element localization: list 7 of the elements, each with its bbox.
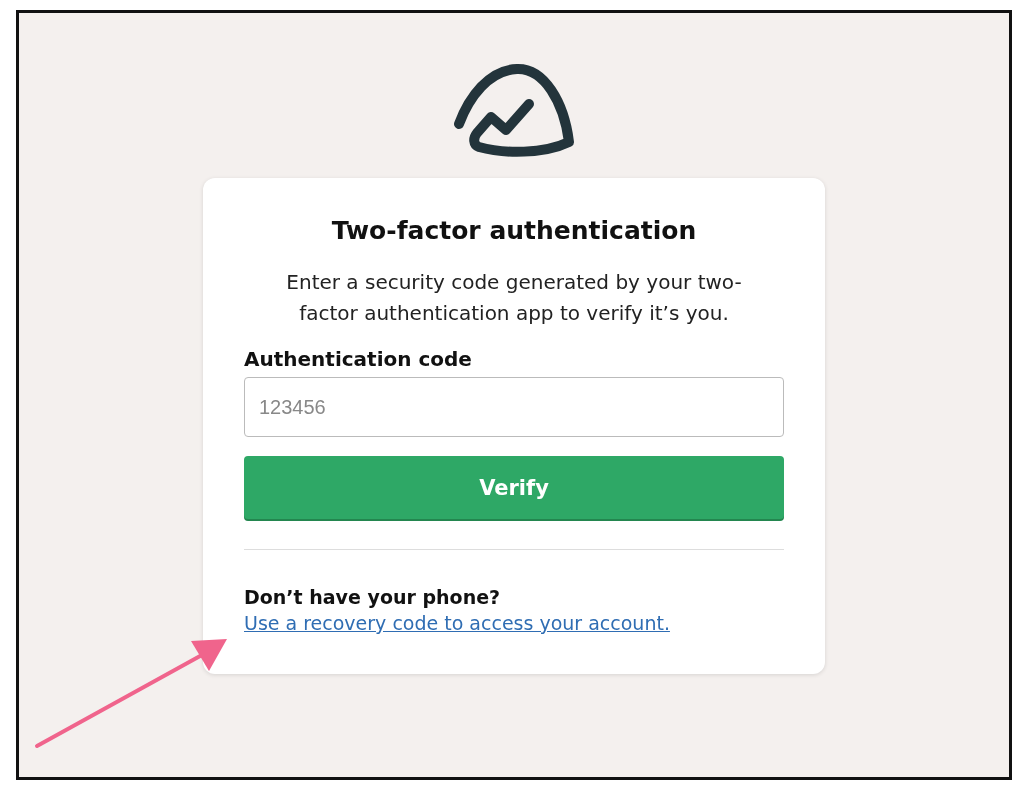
input-field[interactable]: 123456 <box>244 377 784 437</box>
description-text: Enter a security code generated by your two-factor authentication app to verify it’s you. <box>285 269 743 327</box>
verify-button[interactable]: Verify <box>244 456 784 519</box>
card-title: Two-factor authentication <box>331 216 697 245</box>
recovery-link[interactable]: Use a recovery code to access your account. <box>244 612 784 634</box>
help-heading: Don’t have your phone? <box>244 586 502 608</box>
field-label: Authentication code <box>244 347 473 371</box>
